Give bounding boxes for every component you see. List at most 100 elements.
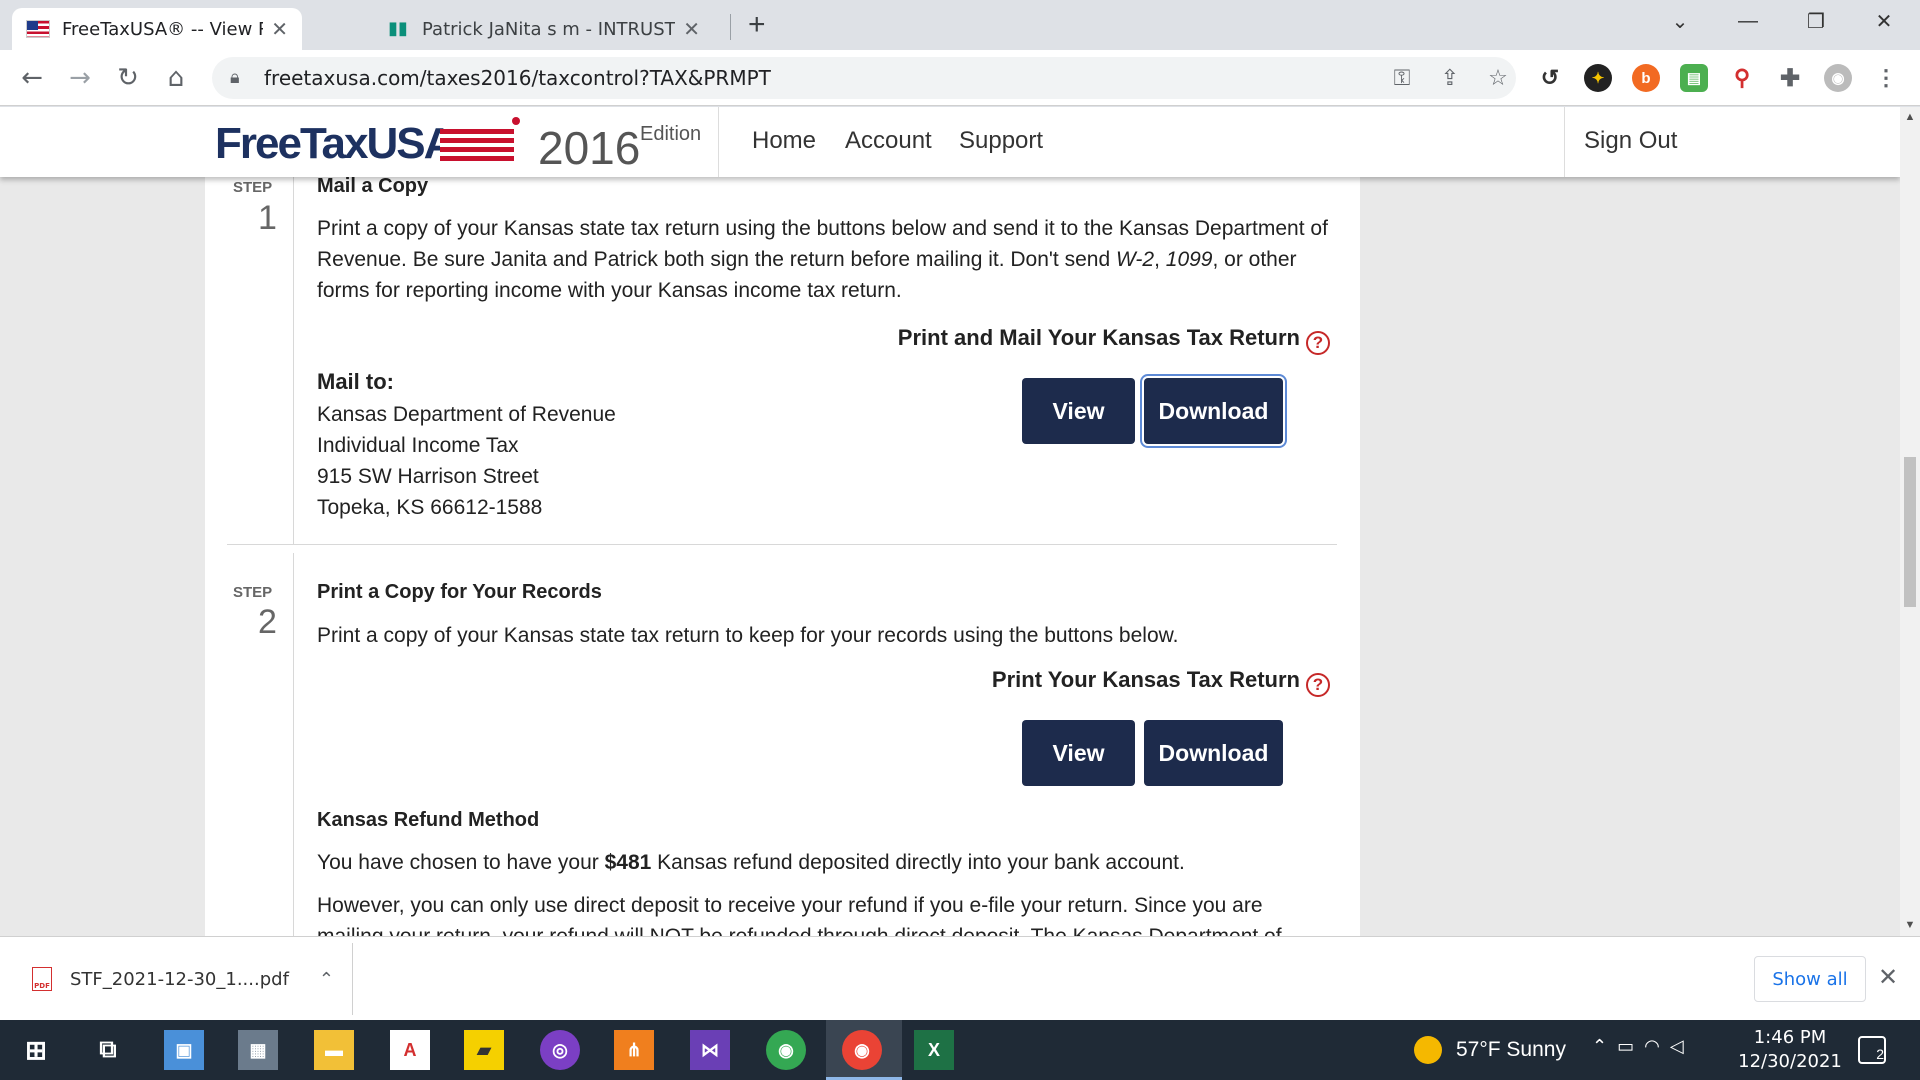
address-line: 915 SW Harrison Street — [317, 465, 539, 488]
print-heading: Print Your Kansas Tax Return? — [865, 667, 1330, 697]
windows-taskbar: ⊞ ⧉ ▣ ▦ ▬ A ▰ ◎ ⋔ ⋈ ◉ ◉ X 57°F Sunny ⌃▭◠… — [0, 1020, 1920, 1080]
tab-search-icon[interactable]: ⌄ — [1652, 0, 1708, 42]
key-icon[interactable]: ⚿ — [1384, 60, 1420, 96]
pdf-file-icon: PDF — [32, 967, 52, 991]
nav-account[interactable]: Account — [845, 127, 932, 155]
chrome-icon[interactable]: ◉ — [766, 1030, 806, 1070]
nav-separator — [1564, 107, 1565, 177]
sign-out-link[interactable]: Sign Out — [1584, 127, 1677, 155]
refund-warning: However, you can only use direct deposit… — [317, 894, 1263, 917]
file-explorer-icon[interactable]: ▬ — [314, 1030, 354, 1070]
nav-home[interactable]: Home — [752, 127, 816, 155]
reload-icon[interactable]: ↻ — [110, 60, 146, 96]
wifi-icon[interactable]: ◠ — [1644, 1036, 1670, 1056]
system-tray[interactable]: ⌃▭◠◁ — [1592, 1036, 1694, 1057]
tab-freetaxusa[interactable]: FreeTaxUSA® -- View Return Stat ✕ — [12, 8, 302, 50]
calculator-icon[interactable]: ▦ — [238, 1030, 278, 1070]
download-button[interactable]: Download — [1144, 378, 1283, 444]
history-icon[interactable]: ↺ — [1536, 64, 1564, 92]
refund-warning-cont: mailing your return, your refund will NO… — [317, 921, 1337, 936]
chevron-up-icon[interactable]: ⌃ — [319, 969, 334, 990]
tab-title: Patrick JaNita s m - INTRUST Banl — [422, 18, 676, 40]
page-scrollbar[interactable]: ▲ ▼ — [1900, 107, 1920, 936]
extension-ball-icon[interactable]: ✦ — [1584, 64, 1612, 92]
show-all-button[interactable]: Show all — [1754, 956, 1866, 1002]
notification-center-icon[interactable]: 2 — [1858, 1036, 1886, 1064]
edition-label: Edition — [640, 123, 702, 145]
download-separator — [352, 943, 353, 1015]
scrollbar-thumb[interactable] — [1904, 457, 1916, 607]
battery-icon[interactable]: ▭ — [1617, 1036, 1644, 1056]
download-button[interactable]: Download — [1144, 720, 1283, 786]
sun-icon — [1414, 1036, 1442, 1064]
step-separator — [227, 544, 1337, 545]
view-button[interactable]: View — [1022, 378, 1135, 444]
form-name: 1099 — [1165, 248, 1213, 271]
refund-amount: $481 — [604, 851, 652, 874]
excel-icon[interactable]: X — [914, 1030, 954, 1070]
view-button[interactable]: View — [1022, 720, 1135, 786]
chrome-profile-icon[interactable]: ◉ — [842, 1030, 882, 1070]
refund-method-title: Kansas Refund Method — [317, 809, 540, 831]
nav-separator — [718, 107, 719, 177]
close-download-bar-icon[interactable]: ✕ — [1878, 963, 1898, 992]
window-close-icon[interactable]: ✕ — [1856, 0, 1912, 42]
step-label: STEP — [233, 179, 273, 196]
pin-extension-icon[interactable]: ⚲ — [1728, 64, 1756, 92]
address-line: Kansas Department of Revenue — [317, 403, 616, 426]
separator-text: , — [1154, 248, 1166, 271]
task-view-icon[interactable]: ⧉ — [88, 1030, 128, 1070]
print-heading-text: Print Your Kansas Tax Return — [991, 667, 1300, 692]
windows-start-icon[interactable]: ⊞ — [16, 1030, 56, 1070]
visual-studio-icon[interactable]: ⋈ — [690, 1030, 730, 1070]
weather-widget[interactable]: 57°F Sunny — [1414, 1036, 1566, 1064]
lock-icon[interactable]: 🔒︎ — [230, 67, 240, 88]
profile-avatar[interactable]: ◉ — [1824, 64, 1852, 92]
download-item[interactable]: PDF STF_2021-12-30_1....pdf ⌃ — [22, 957, 352, 1001]
contacts-app-icon[interactable]: ▣ — [164, 1030, 204, 1070]
bookmark-star-icon[interactable]: ☆ — [1480, 60, 1516, 96]
extensions-puzzle-icon[interactable]: ✚ — [1776, 64, 1804, 92]
honey-extension-icon[interactable]: b — [1632, 64, 1660, 92]
scroll-up-icon[interactable]: ▲ — [1904, 111, 1916, 123]
browser-toolbar: ← → ↻ ⌂ 🔒︎ freetaxusa.com/taxes2016/taxc… — [0, 50, 1920, 106]
download-bar: PDF STF_2021-12-30_1....pdf ⌃ Show all ✕ — [0, 936, 1920, 1020]
nav-support[interactable]: Support — [959, 127, 1043, 155]
restore-icon[interactable]: ❐ — [1788, 0, 1844, 42]
address-bar[interactable]: 🔒︎ freetaxusa.com/taxes2016/taxcontrol?T… — [212, 57, 1516, 99]
refund-text: You have chosen to have your — [317, 851, 605, 874]
freetaxusa-logo[interactable]: FreeTaxUSA — [215, 119, 455, 169]
help-icon[interactable]: ? — [1306, 673, 1330, 697]
mail-to-label: Mail to: — [317, 369, 394, 394]
scroll-down-icon[interactable]: ▼ — [1904, 919, 1916, 931]
address-line: Individual Income Tax — [317, 434, 519, 457]
home-icon[interactable]: ⌂ — [158, 60, 194, 96]
tab-strip: FreeTaxUSA® -- View Return Stat ✕ ▮▮ Pat… — [0, 0, 1920, 50]
us-flag-icon — [26, 20, 50, 38]
close-icon[interactable]: ✕ — [683, 17, 700, 41]
step-label: STEP — [233, 584, 273, 601]
system-clock[interactable]: 1:46 PM 12/30/2021 — [1730, 1026, 1850, 1074]
print-mail-heading-text: Print and Mail Your Kansas Tax Return — [897, 325, 1300, 350]
share-icon[interactable]: ⇪ — [1432, 60, 1468, 96]
menu-kebab-icon[interactable]: ⋮ — [1872, 64, 1900, 92]
logo-dot-icon — [512, 117, 520, 125]
save-extension-icon[interactable]: ▤ — [1680, 64, 1708, 92]
tray-chevron-icon[interactable]: ⌃ — [1592, 1036, 1617, 1056]
acrobat-icon[interactable]: A — [390, 1030, 430, 1070]
print-mail-heading: Print and Mail Your Kansas Tax Return? — [865, 325, 1330, 355]
new-tab-button[interactable]: + — [748, 8, 766, 42]
logo-flag-icon — [440, 129, 514, 163]
forward-icon[interactable]: → — [62, 60, 98, 96]
minimize-icon[interactable]: — — [1720, 0, 1776, 42]
close-icon[interactable]: ✕ — [271, 17, 288, 41]
tab-intrust[interactable]: ▮▮ Patrick JaNita s m - INTRUST Banl ✕ — [372, 8, 714, 50]
sourcetree-icon[interactable]: ⋔ — [614, 1030, 654, 1070]
help-icon[interactable]: ? — [1306, 331, 1330, 355]
back-icon[interactable]: ← — [14, 60, 50, 96]
step-divider — [293, 553, 294, 936]
sticky-notes-icon[interactable]: ▰ — [464, 1030, 504, 1070]
volume-icon[interactable]: ◁ — [1670, 1036, 1694, 1056]
github-desktop-icon[interactable]: ◎ — [540, 1030, 580, 1070]
main-content: STEP 1 Mail a Copy Print a copy of your … — [205, 107, 1360, 936]
